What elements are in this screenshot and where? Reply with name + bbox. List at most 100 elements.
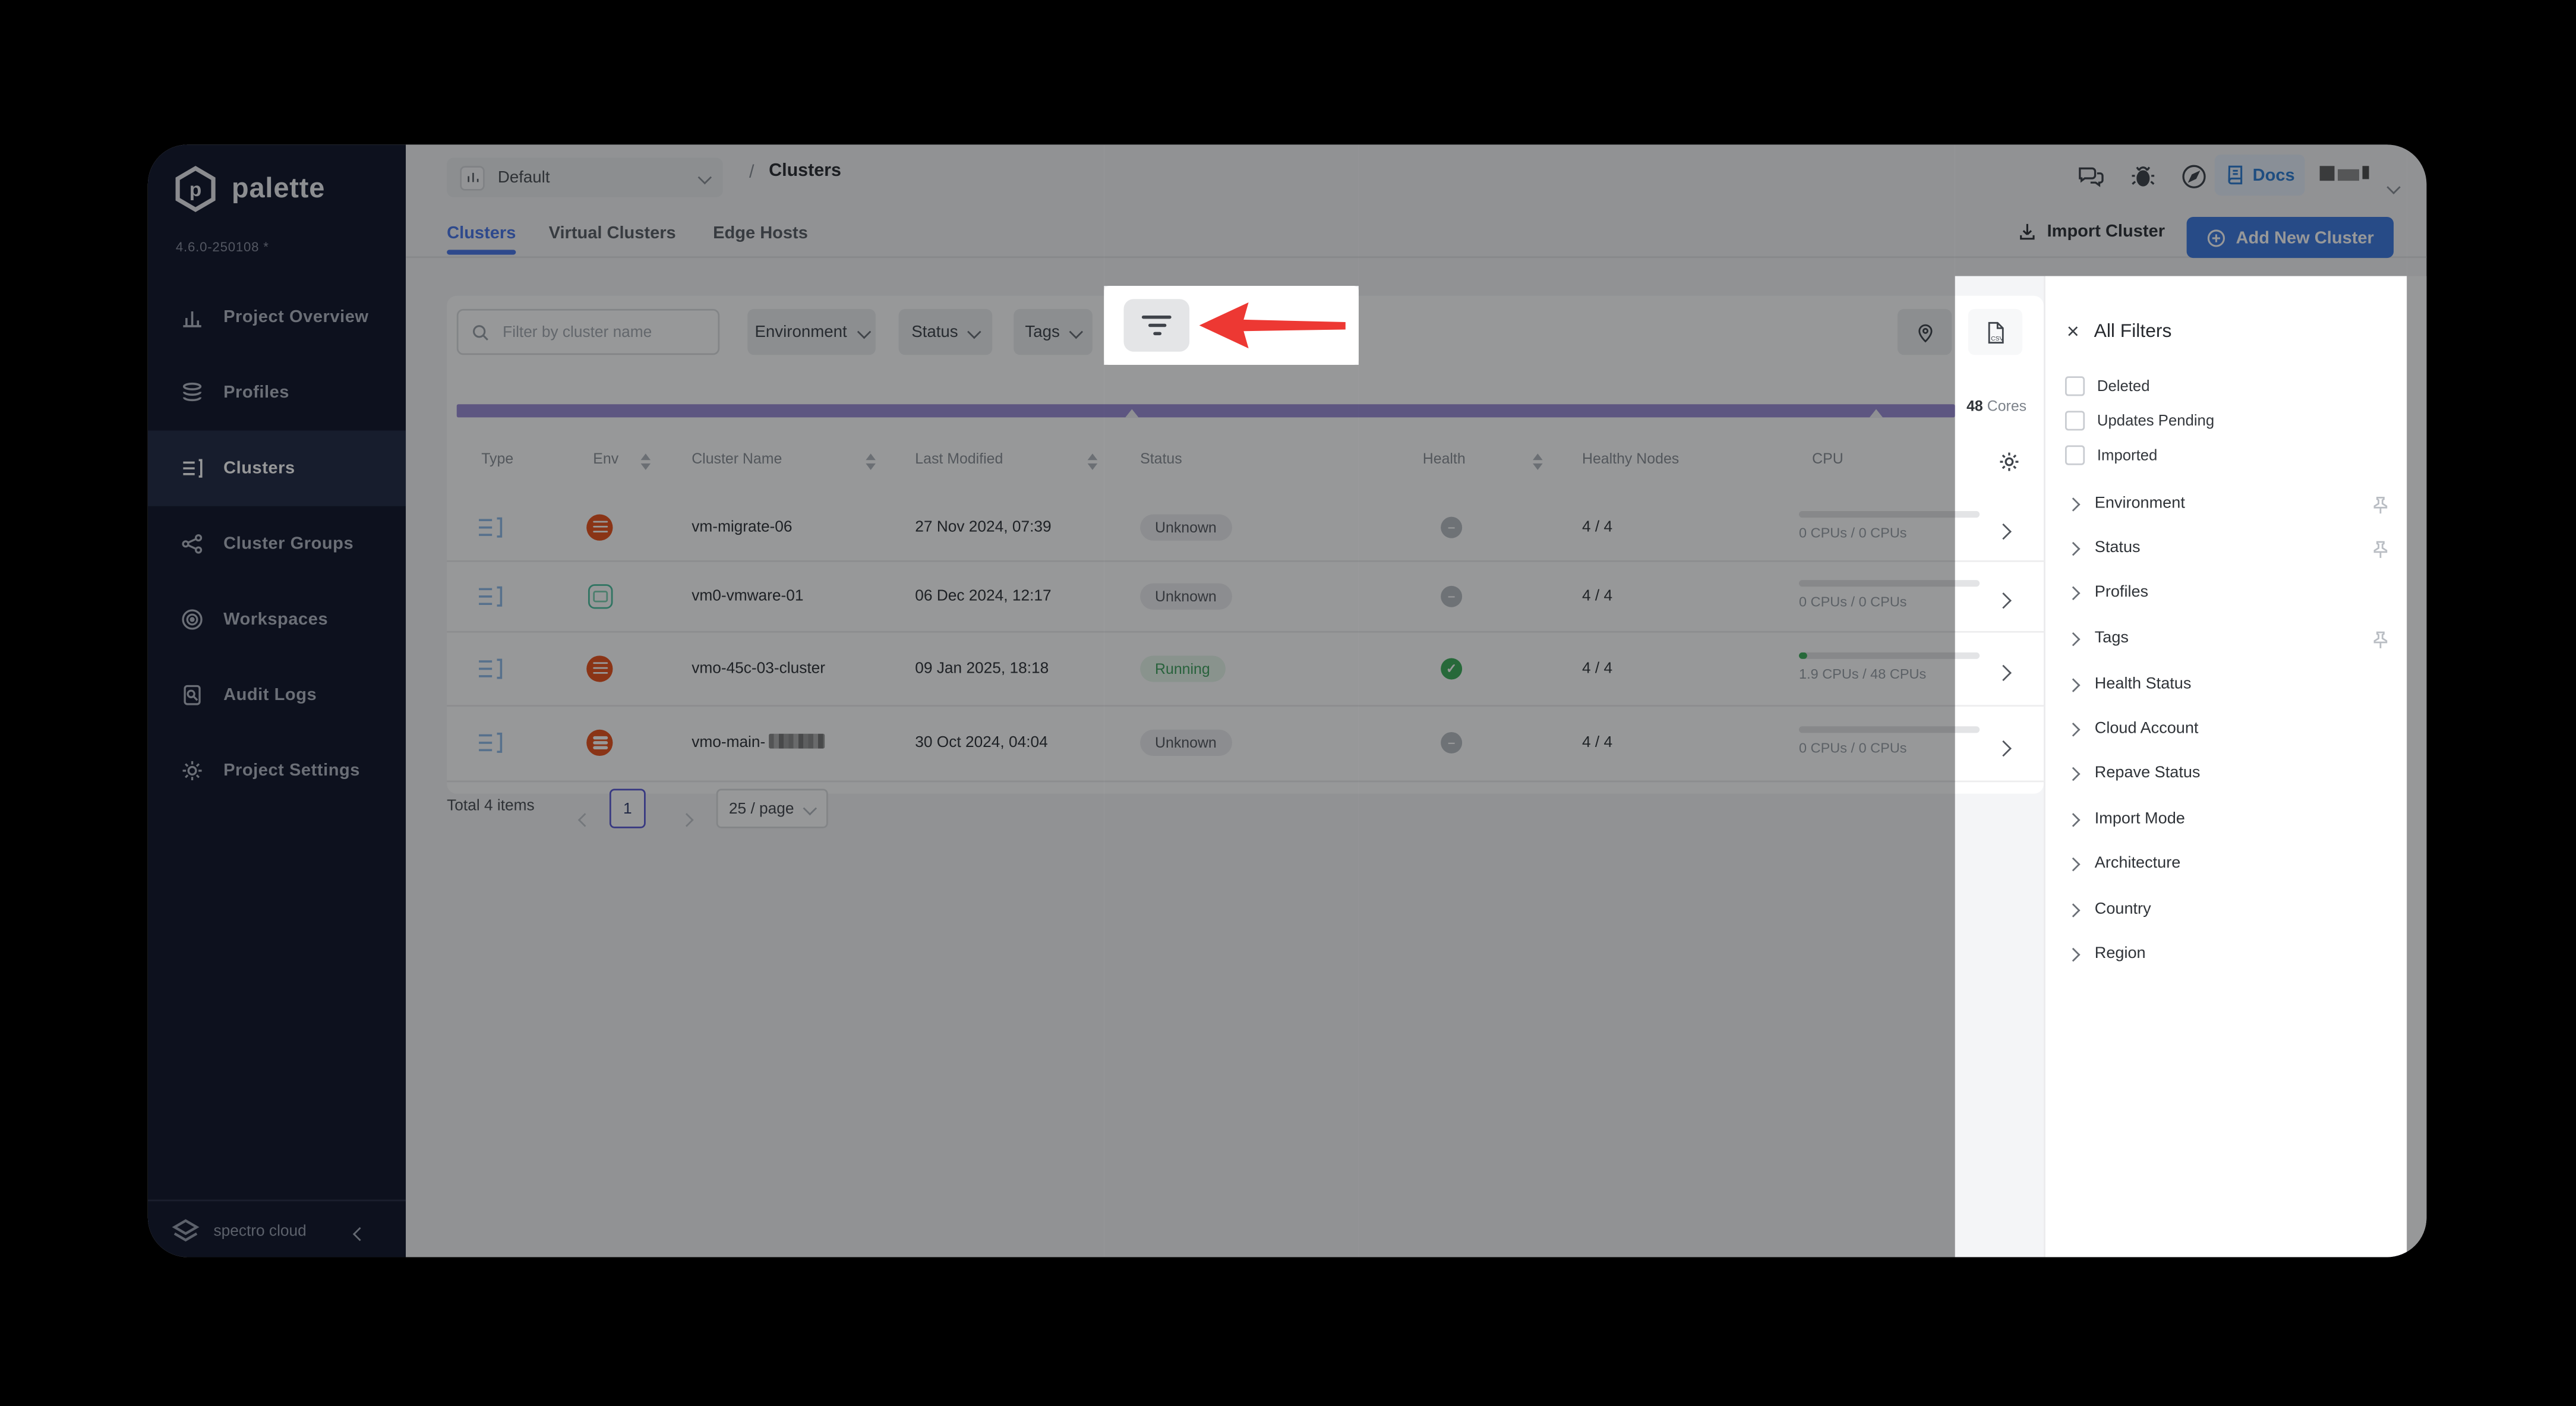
tab-edge-hosts[interactable]: Edge Hosts	[713, 223, 808, 243]
compass-icon[interactable]	[2180, 163, 2208, 191]
chevron-right-icon	[2066, 585, 2081, 600]
environment-filter-dropdown[interactable]: Environment	[747, 308, 876, 355]
advanced-filter-button[interactable]	[1123, 299, 1190, 352]
bug-icon[interactable]	[2129, 163, 2157, 191]
cluster-name: vmo-45c-03-cluster	[692, 658, 826, 677]
filter-section-status[interactable]: Status	[2066, 539, 2405, 557]
project-scope-selector[interactable]: Default	[447, 157, 723, 197]
tab-clusters[interactable]: Clusters	[447, 223, 516, 243]
table-row[interactable]: vm0-vmware-01 06 Dec 2024, 12:17 Unknown…	[447, 560, 2044, 633]
table-row[interactable]: vmo-main- 30 Oct 2024, 04:04 Unknown – 4…	[447, 705, 2044, 783]
user-menu-chevron[interactable]	[2386, 171, 2401, 201]
sidebar-collapse-button[interactable]	[352, 1221, 367, 1244]
map-view-button[interactable]	[1897, 308, 1952, 355]
filter-section-health-status[interactable]: Health Status	[2066, 676, 2405, 693]
sidebar: p palette 4.6.0-250108 * Project Overvie…	[147, 144, 406, 1257]
checkbox	[2064, 411, 2084, 430]
docs-button[interactable]: Docs	[2214, 154, 2305, 196]
filter-checkbox-deleted[interactable]: Deleted	[2064, 376, 2150, 396]
sidebar-item-project-overview[interactable]: Project Overview	[148, 279, 406, 355]
row-expand-chevron[interactable]	[1995, 657, 2012, 687]
filter-section-tags[interactable]: Tags	[2066, 629, 2405, 648]
tab-virtual-clusters[interactable]: Virtual Clusters	[549, 223, 676, 243]
hexagon-logo: p	[174, 165, 217, 214]
app-version: 4.6.0-250108 *	[175, 239, 269, 255]
cpu-usage-text: 0 CPUs / 0 CPUs	[1799, 593, 1907, 610]
filter-section-country[interactable]: Country	[2066, 900, 2405, 919]
filter-section-profiles[interactable]: Profiles	[2066, 584, 2405, 601]
pin-icon[interactable]	[2372, 496, 2389, 513]
chat-icon[interactable]	[2076, 163, 2104, 191]
table-settings-gear-icon[interactable]	[1998, 450, 2021, 474]
pin-icon[interactable]	[2372, 540, 2389, 557]
filter-checkbox-updates-pending[interactable]: Updates Pending	[2064, 411, 2214, 430]
chevron-down-icon	[1069, 324, 1084, 339]
filter-section-environment[interactable]: Environment	[2066, 494, 2405, 513]
filter-section-region[interactable]: Region	[2066, 945, 2405, 963]
sort-modified[interactable]	[1087, 453, 1098, 470]
filter-section-cloud-account[interactable]: Cloud Account	[2066, 720, 2405, 738]
filter-section-architecture[interactable]: Architecture	[2066, 855, 2405, 872]
cpu-usage-bar	[1799, 652, 1980, 659]
chevron-left-icon	[577, 813, 592, 827]
add-new-cluster-button[interactable]: Add New Cluster	[2186, 217, 2394, 258]
chevron-right-icon	[1995, 523, 2012, 540]
cpu-usage-text: 0 CPUs / 0 CPUs	[1799, 739, 1907, 756]
chevron-down-icon	[697, 170, 712, 185]
sidebar-item-workspaces[interactable]: Workspaces	[148, 582, 406, 657]
bar-chart-icon	[460, 165, 485, 190]
pagination-next-button[interactable]	[680, 803, 694, 833]
search-input[interactable]	[499, 321, 687, 343]
cluster-type-icon	[476, 657, 503, 680]
dim-overlay	[1104, 144, 1359, 286]
pagination-prev-button[interactable]	[577, 803, 592, 833]
table-row[interactable]: vmo-45c-03-cluster 09 Jan 2025, 18:18 Ru…	[447, 631, 2044, 707]
row-expand-chevron[interactable]	[1995, 733, 2012, 762]
redacted-name-blur	[768, 733, 825, 749]
status-badge: Unknown	[1140, 582, 1232, 609]
project-scope-value: Default	[497, 168, 550, 187]
sort-health[interactable]	[1533, 453, 1543, 470]
pagination-page-1[interactable]: 1	[609, 789, 646, 828]
sidebar-item-clusters[interactable]: Clusters	[147, 430, 406, 506]
tags-filter-dropdown[interactable]: Tags	[1014, 308, 1093, 355]
network-icon	[181, 532, 204, 556]
sidebar-item-audit-logs[interactable]: Audit Logs	[148, 657, 406, 733]
sidebar-item-project-settings[interactable]: Project Settings	[148, 733, 406, 808]
filter-checkbox-imported[interactable]: Imported	[2064, 445, 2157, 465]
checkbox	[2064, 376, 2084, 396]
chevron-right-icon	[2066, 721, 2081, 736]
filter-section-import-mode[interactable]: Import Mode	[2066, 810, 2405, 828]
cluster-search[interactable]	[456, 308, 720, 355]
last-modified: 09 Jan 2025, 18:18	[915, 658, 1049, 677]
svg-text:CSV: CSV	[1991, 335, 2003, 341]
cluster-name: vm0-vmware-01	[692, 587, 804, 605]
pin-icon[interactable]	[2372, 630, 2389, 648]
page-size-selector[interactable]: 25 / page	[716, 789, 828, 828]
chevron-left-icon	[352, 1227, 367, 1241]
app-window: p palette 4.6.0-250108 * Project Overvie…	[147, 144, 2427, 1257]
sidebar-item-cluster-groups[interactable]: Cluster Groups	[148, 506, 406, 582]
filter-section-repave-status[interactable]: Repave Status	[2066, 764, 2405, 782]
layers-icon	[181, 382, 204, 405]
breadcrumb-separator: /	[749, 162, 755, 182]
filter-icon	[1141, 315, 1172, 319]
chevron-right-icon	[2066, 902, 2081, 917]
sort-env[interactable]	[640, 453, 651, 470]
row-expand-chevron[interactable]	[1995, 585, 2012, 614]
user-name-redacted[interactable]	[2319, 166, 2376, 184]
col-header-health: Health	[1422, 450, 1466, 467]
sidebar-item-profiles[interactable]: Profiles	[148, 355, 406, 430]
sort-name[interactable]	[866, 453, 876, 470]
close-icon[interactable]: ×	[2067, 320, 2079, 342]
health-ok-icon: ✓	[1441, 657, 1463, 679]
export-csv-button[interactable]: CSV	[1968, 308, 2023, 355]
row-expand-chevron[interactable]	[1995, 516, 2012, 546]
sidebar-divider	[147, 1199, 406, 1202]
import-cluster-button[interactable]: Import Cluster	[2018, 222, 2165, 241]
status-filter-dropdown[interactable]: Status	[898, 308, 993, 355]
table-row[interactable]: vm-migrate-06 27 Nov 2024, 07:39 Unknown…	[447, 493, 2044, 562]
col-header-status: Status	[1140, 450, 1182, 467]
health-unknown-icon: –	[1441, 732, 1463, 754]
gear-icon	[181, 759, 204, 783]
